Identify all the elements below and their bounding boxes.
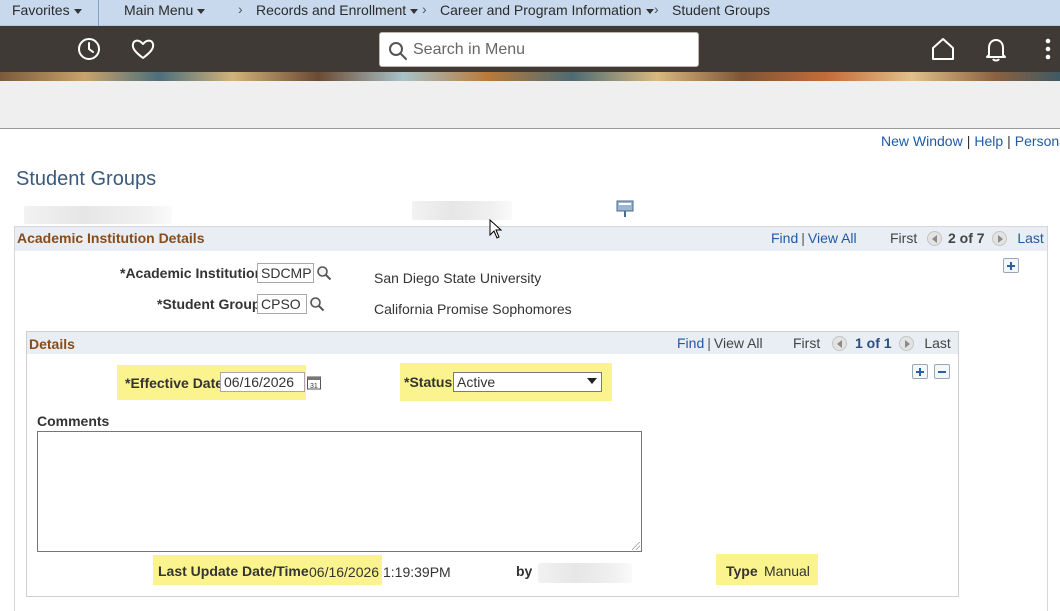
breadcrumb-career-label: Career and Program Information: [440, 2, 642, 18]
add-row-button[interactable]: [1003, 258, 1019, 273]
details-pager: First 1 of 1 Last: [793, 335, 951, 352]
type-label: Type: [726, 563, 758, 579]
delete-row-button[interactable]: [934, 364, 950, 379]
chevron-down-icon: [587, 378, 597, 384]
header-banner-image: [0, 72, 1060, 81]
link-separator: |: [966, 133, 971, 149]
status-selected-value: Active: [457, 374, 496, 390]
last-update-label: Last Update Date/Time: [158, 563, 309, 579]
redacted-user: [538, 563, 632, 583]
breadcrumb-separator-icon: ›: [654, 1, 659, 17]
breadcrumb-records-label: Records and Enrollment: [256, 2, 407, 18]
mouse-cursor-icon: [489, 218, 503, 242]
row-counter: 2 of 7: [948, 230, 985, 246]
breadcrumb-records[interactable]: Records and Enrollment: [256, 2, 419, 18]
redacted-field: [24, 206, 172, 224]
more-vertical-icon[interactable]: [1036, 36, 1056, 62]
student-group-description: California Promise Sophomores: [374, 301, 572, 317]
row-pager: First 2 of 7 Last: [890, 230, 1044, 247]
calendar-icon[interactable]: 31: [307, 375, 321, 393]
breadcrumb-current: Student Groups: [672, 2, 771, 18]
previous-row-icon[interactable]: [927, 230, 943, 246]
nav-separator: |: [801, 230, 805, 246]
panel-title: Academic Institution Details: [17, 230, 205, 246]
svg-text:31: 31: [310, 383, 318, 390]
breadcrumb-separator-icon: ›: [422, 1, 427, 17]
comments-textarea[interactable]: [37, 431, 642, 552]
next-row-icon[interactable]: [992, 230, 1008, 246]
breadcrumb-career[interactable]: Career and Program Information: [440, 2, 654, 18]
main-menu-label: Main Menu: [124, 2, 194, 18]
chevron-down-icon: [410, 8, 419, 14]
search-box[interactable]: [379, 32, 699, 67]
nav-separator: |: [707, 335, 711, 351]
chevron-down-icon: [73, 8, 82, 14]
chevron-down-icon: [645, 8, 654, 14]
chevron-down-icon: [197, 8, 206, 14]
add-row-button[interactable]: [912, 364, 928, 379]
toolbar-area: [0, 81, 1060, 129]
last-link[interactable]: Last: [1017, 230, 1043, 246]
view-all-link[interactable]: View All: [808, 230, 857, 246]
top-header: [0, 26, 1060, 72]
notifications-bell-icon[interactable]: [983, 36, 1009, 62]
page-title: Student Groups: [16, 168, 157, 190]
main-menu[interactable]: Main Menu: [124, 2, 206, 18]
effective-date-label: *Effective Date: [125, 375, 224, 391]
resize-handle-icon[interactable]: [632, 542, 640, 550]
find-link[interactable]: Find: [771, 230, 798, 246]
last-update-time: 1:19:39PM: [383, 564, 451, 580]
details-title: Details: [29, 336, 75, 352]
academic-institution-input[interactable]: SDCMP: [257, 263, 314, 283]
help-link[interactable]: Help: [974, 133, 1003, 149]
academic-institution-label: *Academic Institution: [120, 265, 264, 281]
panel-header: Academic Institution Details Find | View A…: [15, 227, 1047, 251]
favorites-label: Favorites: [12, 2, 70, 18]
type-value: Manual: [764, 563, 810, 579]
new-window-link[interactable]: New Window: [881, 133, 963, 149]
first-link[interactable]: First: [793, 335, 820, 351]
search-icon: [389, 42, 407, 60]
status-label: *Status: [404, 374, 453, 390]
find-link[interactable]: Find: [677, 335, 704, 351]
breadcrumb-separator-icon: ›: [238, 1, 243, 17]
favorites-menu[interactable]: Favorites: [12, 2, 82, 18]
view-all-link[interactable]: View All: [714, 335, 763, 351]
next-row-icon[interactable]: [899, 335, 915, 351]
last-link[interactable]: Last: [924, 335, 950, 351]
student-group-input[interactable]: CPSO: [257, 294, 307, 314]
lookup-search-icon[interactable]: [309, 296, 325, 315]
details-header: Details Find | View All First 1 of 1 Last: [27, 332, 958, 354]
top-links: New Window|Help|Persona: [881, 133, 1060, 149]
by-label: by: [516, 563, 533, 579]
student-group-label: *Student Group: [157, 296, 261, 312]
history-icon[interactable]: [76, 36, 102, 62]
home-icon[interactable]: [930, 36, 956, 62]
academic-institution-description: San Diego State University: [374, 270, 542, 286]
link-separator: |: [1007, 133, 1011, 149]
breadcrumb-divider: [98, 0, 99, 26]
favorites-heart-icon[interactable]: [130, 36, 156, 62]
panel-navigation: Find | View All: [771, 230, 857, 246]
effective-date-input[interactable]: 06/16/2026: [220, 372, 305, 392]
last-update-date: 06/16/2026: [309, 564, 380, 580]
lookup-search-icon[interactable]: [316, 265, 332, 284]
details-navigation: Find | View All: [677, 335, 763, 351]
breadcrumb: Favorites Main Menu › Records and Enroll…: [0, 0, 1060, 26]
presentation-board-icon[interactable]: [616, 200, 634, 221]
redacted-field: [412, 201, 512, 220]
search-input[interactable]: [413, 38, 693, 62]
previous-row-icon[interactable]: [832, 335, 848, 351]
first-link[interactable]: First: [890, 230, 917, 246]
row-counter: 1 of 1: [855, 335, 892, 351]
status-select[interactable]: Active: [453, 372, 602, 392]
personalize-link[interactable]: Persona: [1015, 133, 1060, 149]
comments-label: Comments: [37, 413, 110, 429]
